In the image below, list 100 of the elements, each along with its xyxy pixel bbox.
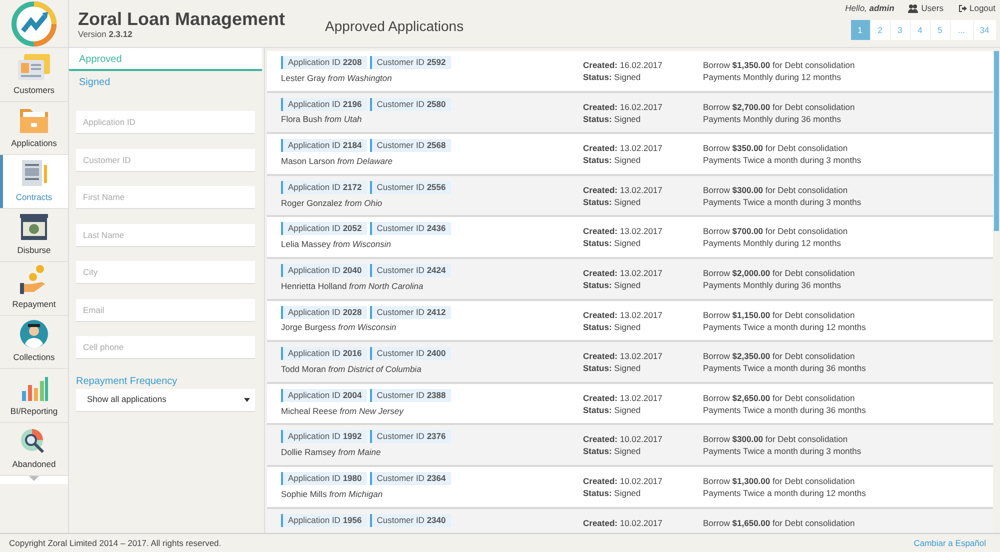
logout-icon [958,4,966,14]
application-id-tag: Application ID 2184 [281,139,367,152]
created-date: Created: 16.02.2017 [583,100,664,113]
created-date: Created: 13.02.2017 [583,392,664,404]
application-id-tag: Application ID 2016 [281,347,367,360]
loan-summary: Borrow $700.00 for Debt consolidation [703,225,849,238]
application-row[interactable]: Application ID 2028 Customer ID 2412 Jorge Burgess from Wisconsin Created: 13.02.2017 Status: Signed Borrow $1,150.00 for Debt consolidation Payments Twice a month during 12 months [267,300,993,342]
sidebar-item[interactable]: Contracts [0,155,68,208]
status-text: Status: Signed [583,445,642,458]
application-id-tag: Application ID 2172 [281,180,367,194]
dropdown-caret-icon [244,398,250,402]
created-date: Created: 16.02.2017 [583,59,664,71]
status-text: Status: Signed [583,71,642,83]
version-label: Version 2.3.12 [78,28,134,41]
loan-summary: Borrow $2,000.00 for Debt consolidation [703,266,856,279]
customer-name: Lelia Massey from Wisconsin [281,238,392,250]
created-date: Created: 13.02.2017 [583,184,664,196]
payment-terms: Payments Twice a month during 12 months [703,320,867,333]
loan-summary: Borrow $2,650.00 for Debt consolidation [703,392,856,404]
application-row[interactable]: Application ID 2172 Customer ID 2556 Roger Gonzalez from Ohio Created: 13.02.2017 Status: Signed Borrow $300.00 for Debt consolidation Payments Twice a month during 3 months [267,176,993,218]
filter-field[interactable]: City [76,261,255,284]
cash-drawer-icon [18,212,50,242]
loan-summary: Borrow $350.00 for Debt consolidation [703,142,849,154]
app-title: Zoral Loan Management [78,10,286,28]
application-row[interactable]: Application ID 2184 Customer ID 2568 Mason Larson from Delaware Created: 13.02.2017 Status: Signed Borrow $350.00 for Debt consolidation Payments Twice a month during 3 months [267,134,993,176]
created-date: Created: 13.02.2017 [583,142,664,154]
scroll-down-icon[interactable] [29,476,39,484]
page-title: Approved Applications [325,17,464,36]
application-id-tag: Application ID 2052 [281,222,367,236]
application-id-tag: Application ID 1992 [281,430,367,444]
payment-terms: Payments Monthly during 12 months [703,237,842,250]
frequency-label: Repayment Frequency [76,374,178,388]
status-text: Status: Signed [583,196,642,208]
created-date: Created: 13.02.2017 [583,266,664,279]
status-text: Status: Signed [583,486,642,499]
customer-name: Flora Bush from Utah [281,113,363,126]
application-row[interactable]: Application ID 2196 Customer ID 2580 Flora Bush from Utah Created: 16.02.2017 Status: Signed Borrow $2,700.00 for Debt consolidation Payments Monthly during 36 months [267,92,993,134]
customer-name: Roger Gonzalez from Ohio [281,196,384,209]
filter-field[interactable]: Last Name [76,224,255,246]
application-id-tag: Application ID 2208 [281,56,367,69]
filter-field[interactable]: First Name [76,186,255,209]
customer-name: Lester Gray from Washington [281,72,393,84]
sidebar-item[interactable]: Disburse [0,208,68,262]
application-id-tag: Application ID 2028 [281,306,367,319]
customer-name: Todd Moran from District of Columbia [281,362,422,375]
filter-field[interactable]: Application ID [76,111,255,134]
application-id-tag: Application ID 1980 [281,472,367,485]
status-text: Status: Signed [583,154,642,166]
customer-name: Jorge Burgess from Wisconsin [281,321,398,334]
loan-summary: Borrow $2,350.00 for Debt consolidation [703,350,856,362]
application-row[interactable]: Application ID 2052 Customer ID 2436 Lelia Massey from Wisconsin Created: 13.02.2017 Status: Signed Borrow $700.00 for Debt consolidation Payments Monthly during 12 months [267,217,993,259]
loan-summary: Borrow $1,650.00 for Debt consolidation [703,516,856,529]
application-row[interactable]: Application ID 2040 Customer ID 2424 Henrietta Holland from North Carolina Created: 13.02.2017 Status: Signed Borrow $2,000.00 for Debt consolidation Payments Monthly during 36 months [267,258,993,301]
sidebar-item[interactable]: Collections [0,316,68,369]
application-row[interactable]: Application ID 1980 Customer ID 2364 Sophie Mills from Michigan Created: 10.02.2017 Status: Signed Borrow $1,300.00 for Debt consolidation Payments Twice a month during 12 months [267,466,993,509]
application-row[interactable]: Application ID 2004 Customer ID 2388 Micheal Reese from New Jersey Created: 13.02.2017 Status: Signed Borrow $2,650.00 for Debt consolidation Payments Twice a month during 36 months [267,384,993,426]
loan-summary: Borrow $300.00 for Debt consolidation [703,184,849,196]
loan-summary: Borrow $300.00 for Debt consolidation [703,433,849,446]
customer-id-tag: Customer ID 2568 [370,139,451,152]
application-row[interactable]: Application ID 2016 Customer ID 2400 Todd Moran from District of Columbia Created: 13.02.2017 Status: Signed Borrow $2,350.00 for Debt consolidation Payments Twice a month during 36 months [267,342,993,384]
payment-terms: Payments Twice a month during 3 months [703,154,862,166]
users-link[interactable]: Users [908,2,944,15]
payment-terms: Payments Twice a month during 3 months [703,196,862,208]
application-row[interactable]: Application ID 1992 Customer ID 2376 Dollie Ramsey from Maine Created: 10.02.2017 Status: Signed Borrow $300.00 for Debt consolidation Payments Twice a month during 3 months [267,425,993,467]
loan-summary: Borrow $1,300.00 for Debt consolidation [703,474,856,487]
sidebar-item[interactable]: Applications [0,102,68,155]
frequency-select[interactable]: Show all applications [76,388,255,412]
status-text: Status: Signed [583,278,642,291]
customer-id-tag: Customer ID 2388 [370,388,451,402]
created-date: Created: 10.02.2017 [583,433,664,446]
sidebar-item[interactable]: Repayment [0,262,68,316]
application-row[interactable]: Application ID 2208 Customer ID 2592 Lester Gray from Washington Created: 16.02.2017 Status: Signed Borrow $1,350.00 for Debt consolidation Payments Monthly during 12 months [267,51,993,93]
customer-id-tag: Customer ID 2556 [370,180,451,194]
customer-id-tag: Customer ID 2400 [370,347,451,360]
loan-summary: Borrow $1,150.00 for Debt consolidation [703,308,856,321]
filter-field[interactable]: Customer ID [76,148,255,172]
sidebar-item[interactable]: Customers [0,48,68,102]
customer-id-tag: Customer ID 2376 [370,430,451,444]
application-id-tag: Application ID 2040 [281,264,367,277]
status-text: Status: Signed [583,112,642,125]
payment-terms: Payments Monthly during 12 months [703,71,842,83]
application-row[interactable]: Application ID 1956 Customer ID 2340 Created: 10.02.2017 Borrow $1,650.00 for Debt consolidation [267,508,993,533]
created-date: Created: 10.02.2017 [583,474,664,487]
filter-field[interactable]: Cell phone [76,336,255,359]
copyright-text: Copyright Zoral Limited 2014 – 2017. All rights reserved. [9,536,222,550]
customer-id-tag: Customer ID 2580 [370,98,451,111]
application-id-tag: Application ID 2196 [281,98,367,111]
created-date: Created: 13.02.2017 [583,350,664,362]
logout-link[interactable]: Logout [958,2,996,15]
filter-field[interactable]: Email [76,298,255,322]
created-date: Created: 13.02.2017 [583,225,664,238]
application-id-tag: Application ID 1956 [281,514,367,527]
created-date: Created: 10.02.2017 [583,516,664,529]
created-date: Created: 13.02.2017 [583,308,664,321]
payment-terms: Payments Twice a month during 3 months [703,445,862,458]
customer-id-tag: Customer ID 2424 [370,264,451,277]
person-icon [19,319,49,349]
scrollbar-thumb[interactable] [994,51,999,231]
sidebar-item[interactable]: BI/Reporting [0,369,68,422]
loan-summary: Borrow $1,350.00 for Debt consolidation [703,59,856,71]
